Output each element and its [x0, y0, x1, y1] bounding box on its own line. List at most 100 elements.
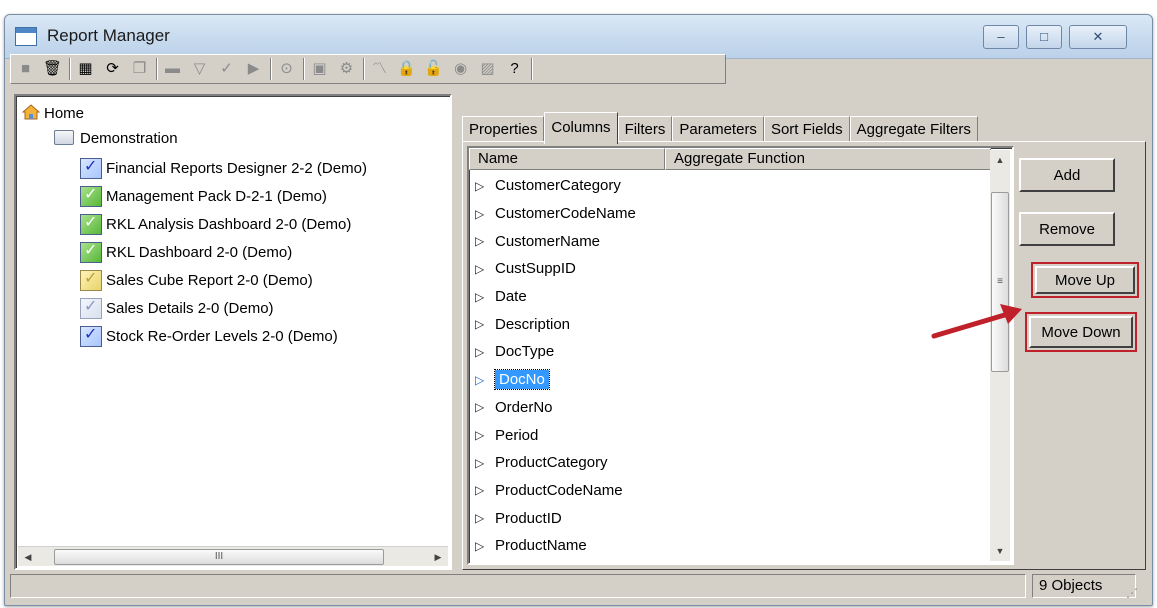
- tree-node-folder-label: Demonstration: [80, 130, 178, 147]
- column-row[interactable]: ▷ Date: [469, 283, 991, 311]
- title-bar[interactable]: Report Manager – □ ✕: [5, 15, 1152, 59]
- list-vertical-scrollbar[interactable]: ▲ ≡ ▼: [990, 150, 1010, 561]
- chart-icon[interactable]: 〽: [367, 57, 392, 81]
- tree-report-item[interactable]: ✓ Sales Details 2-0 (Demo): [80, 294, 367, 322]
- column-row[interactable]: ▷ DocType: [469, 338, 991, 366]
- report-check-icon: ✓: [80, 213, 102, 235]
- list-scroll-thumb[interactable]: ≡: [991, 192, 1009, 372]
- expand-arrow-icon[interactable]: ▷: [475, 234, 489, 248]
- scroll-down-icon[interactable]: ▼: [992, 543, 1008, 559]
- column-row[interactable]: ▷ DocNo: [469, 366, 991, 394]
- expand-arrow-icon[interactable]: ▷: [475, 179, 489, 193]
- toolbar-separator: [69, 58, 71, 80]
- tab-properties[interactable]: Properties: [462, 116, 545, 144]
- tree-horizontal-scrollbar[interactable]: ◀ III ▶: [18, 546, 448, 566]
- close-button[interactable]: ✕: [1069, 25, 1127, 49]
- scroll-up-icon[interactable]: ▲: [992, 152, 1008, 168]
- expand-arrow-icon[interactable]: ▷: [475, 317, 489, 331]
- move-up-button[interactable]: Move Up: [1031, 262, 1139, 298]
- column-row[interactable]: ▷ Period: [469, 421, 991, 449]
- column-row[interactable]: ▷ Description: [469, 310, 991, 338]
- column-row[interactable]: ▷ ProductID: [469, 504, 991, 532]
- expand-arrow-icon[interactable]: ▷: [475, 207, 489, 221]
- tree-report-item[interactable]: ✓ RKL Analysis Dashboard 2-0 (Demo): [80, 210, 367, 238]
- tab-filters[interactable]: Filters: [617, 116, 673, 144]
- tree-node-home[interactable]: Home: [22, 104, 84, 122]
- resize-grip-icon[interactable]: ⋰: [1126, 586, 1138, 600]
- delete-icon[interactable]: 🗑: [40, 57, 65, 81]
- unlock-icon[interactable]: 🔓: [421, 57, 446, 81]
- tab-columns[interactable]: Columns: [544, 112, 618, 144]
- tree-node-demonstration[interactable]: Demonstration: [54, 130, 178, 147]
- tree-report-item[interactable]: ✓ Management Pack D-2-1 (Demo): [80, 182, 367, 210]
- toolbar-separator: [303, 58, 305, 80]
- globe-icon[interactable]: ◉: [448, 57, 473, 81]
- filter-icon[interactable]: ▽: [187, 57, 212, 81]
- expand-arrow-icon[interactable]: ▷: [475, 345, 489, 359]
- status-message: [10, 574, 1026, 598]
- copy-icon[interactable]: ❐: [127, 57, 152, 81]
- report-tree[interactable]: Home Demonstration ✓ Financial Reports De…: [14, 94, 452, 570]
- tab-parameters[interactable]: Parameters: [672, 116, 764, 144]
- column-row[interactable]: ▷ ProductName: [469, 532, 991, 560]
- column-header-name[interactable]: Name: [469, 148, 665, 170]
- scroll-left-icon[interactable]: ◀: [20, 549, 36, 565]
- expand-arrow-icon[interactable]: ▷: [475, 428, 489, 442]
- run-icon[interactable]: ▶: [241, 57, 266, 81]
- scroll-right-icon[interactable]: ▶: [430, 549, 446, 565]
- tab-aggregate-filters[interactable]: Aggregate Filters: [849, 116, 978, 144]
- column-row-name: Period: [495, 426, 539, 444]
- tree-report-item[interactable]: ✓ RKL Dashboard 2-0 (Demo): [80, 238, 367, 266]
- lock-icon[interactable]: 🔒: [394, 57, 419, 81]
- expand-arrow-icon[interactable]: ▷: [475, 373, 489, 387]
- expand-arrow-icon[interactable]: ▷: [475, 483, 489, 497]
- check-mark-icon: ✓: [84, 241, 98, 259]
- move-down-button[interactable]: Move Down: [1025, 312, 1137, 352]
- grid-icon[interactable]: ▦: [73, 57, 98, 81]
- help-icon[interactable]: ?: [502, 57, 527, 81]
- expand-arrow-icon[interactable]: ▷: [475, 290, 489, 304]
- check-icon[interactable]: ✓: [214, 57, 239, 81]
- tree-node-home-label: Home: [44, 105, 85, 122]
- folder-icon[interactable]: ▬: [160, 57, 185, 81]
- stop-icon[interactable]: ■: [13, 57, 38, 81]
- tree-report-item[interactable]: ✓ Stock Re-Order Levels 2-0 (Demo): [80, 322, 367, 350]
- column-row[interactable]: ▷ CustSuppID: [469, 255, 991, 283]
- columns-list[interactable]: Name Aggregate Function ▷ CustomerCategor…: [467, 146, 1014, 565]
- tab-sort-fields[interactable]: Sort Fields: [763, 116, 850, 144]
- maximize-button[interactable]: □: [1026, 25, 1062, 49]
- column-row-name: OrderNo: [495, 398, 553, 416]
- column-row[interactable]: ▷ ProductCategory: [469, 449, 991, 477]
- image-icon[interactable]: ▨: [475, 57, 500, 81]
- tree-report-list: ✓ Financial Reports Designer 2-2 (Demo) ✓ M…: [80, 154, 367, 350]
- toolbar-separator: [156, 58, 158, 80]
- report-check-icon: ✓: [80, 325, 102, 347]
- tree-scroll-thumb[interactable]: III: [54, 549, 384, 565]
- refresh-icon[interactable]: ⟳: [100, 57, 125, 81]
- column-header-aggregate-function[interactable]: Aggregate Function: [665, 148, 991, 170]
- column-row-name: CustomerCategory: [495, 177, 621, 195]
- column-row[interactable]: ▷ CustomerName: [469, 227, 991, 255]
- minimize-button[interactable]: –: [983, 25, 1019, 49]
- column-row[interactable]: ▷ CustomerCategory: [469, 172, 991, 200]
- tree-report-item[interactable]: ✓ Sales Cube Report 2-0 (Demo): [80, 266, 367, 294]
- settings-icon[interactable]: ⚙: [334, 57, 359, 81]
- expand-arrow-icon[interactable]: ▷: [475, 262, 489, 276]
- column-row[interactable]: ▷ ProductCodeName: [469, 477, 991, 505]
- tree-report-label: Sales Details 2-0 (Demo): [106, 299, 274, 317]
- app-icon: [15, 27, 37, 46]
- column-row[interactable]: ▷ CustomerCodeName: [469, 200, 991, 228]
- column-row[interactable]: ▷ OrderNo: [469, 394, 991, 422]
- add-button[interactable]: Add: [1019, 158, 1115, 192]
- expand-arrow-icon[interactable]: ▷: [475, 539, 489, 553]
- expand-arrow-icon[interactable]: ▷: [475, 511, 489, 525]
- tree-report-item[interactable]: ✓ Financial Reports Designer 2-2 (Demo): [80, 154, 367, 182]
- expand-arrow-icon[interactable]: ▷: [475, 400, 489, 414]
- check-mark-icon: ✓: [84, 297, 98, 315]
- window-icon[interactable]: ▣: [307, 57, 332, 81]
- schedule-icon[interactable]: ⊙: [274, 57, 299, 81]
- tree-report-label: RKL Analysis Dashboard 2-0 (Demo): [106, 215, 352, 233]
- expand-arrow-icon[interactable]: ▷: [475, 456, 489, 470]
- tree-report-label: Financial Reports Designer 2-2 (Demo): [106, 159, 367, 177]
- remove-button[interactable]: Remove: [1019, 212, 1115, 246]
